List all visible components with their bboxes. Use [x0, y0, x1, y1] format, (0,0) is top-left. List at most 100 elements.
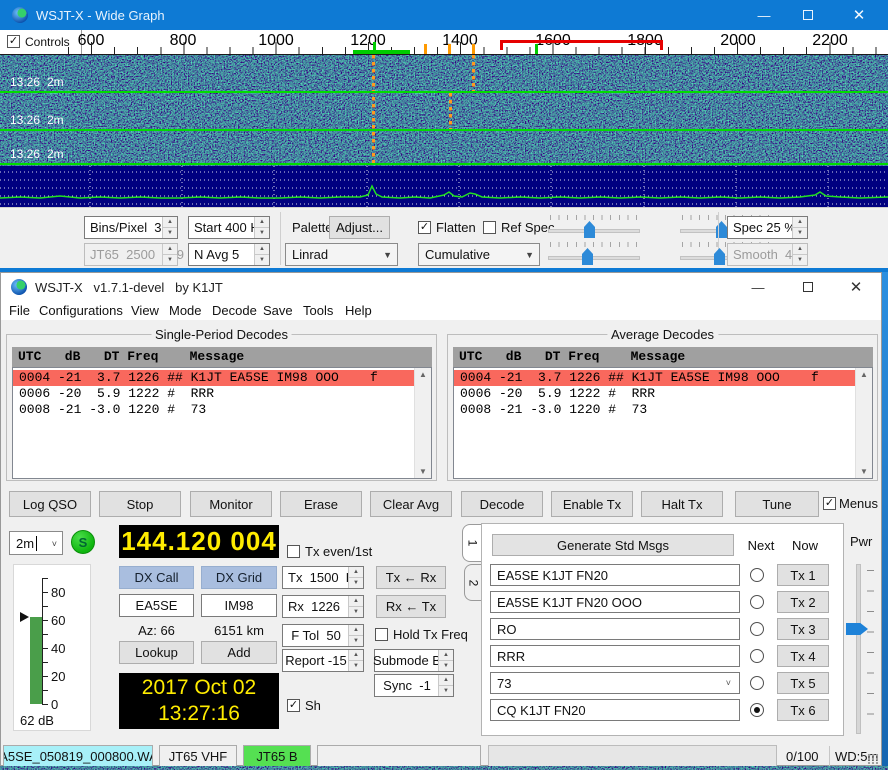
start-hz-spinner[interactable]: Start 400 Hz▲▼ [188, 216, 270, 239]
spinner-arrows-icon[interactable]: ▲▼ [254, 217, 269, 238]
spinner-arrows-icon[interactable]: ▲▼ [254, 244, 269, 265]
tx1-next-radio[interactable] [750, 568, 764, 582]
menu-help[interactable]: Help [345, 303, 372, 318]
scroll-down-icon[interactable]: ▼ [860, 467, 868, 476]
dx-call-field[interactable]: EA5SE [119, 594, 194, 617]
sh-checkbox[interactable] [287, 699, 300, 712]
gain-slider-1[interactable] [548, 215, 640, 239]
rx-from-tx-button[interactable]: Rx ← Tx [376, 595, 446, 618]
tab-1[interactable]: 1 [462, 524, 482, 562]
ftol-spinner[interactable]: F Tol 50▲▼ [282, 624, 364, 647]
menu-tools[interactable]: Tools [303, 303, 333, 318]
decode-row[interactable]: 0008 -21 -3.0 1220 # 73 [13, 402, 415, 418]
submode-spinner[interactable]: Submode B▲▼ [374, 649, 454, 672]
spinner-arrows-icon[interactable]: ▲▼ [348, 650, 363, 671]
pwr-slider-track[interactable] [856, 564, 861, 734]
scroll-up-icon[interactable]: ▲ [860, 370, 868, 379]
tx5-now-button[interactable]: Tx 5 [777, 672, 829, 694]
menu-file[interactable]: File [9, 303, 30, 318]
tx3-message-field[interactable]: RO [490, 618, 740, 640]
minimize-icon[interactable]: — [736, 273, 780, 301]
decode-row[interactable]: 0006 -20 5.9 1222 # RRR [13, 386, 415, 402]
spinner-arrows-icon[interactable]: ▲▼ [792, 217, 807, 238]
hold-tx-freq-checkbox[interactable] [375, 628, 388, 641]
spectrum-plot[interactable] [0, 166, 888, 207]
spinner-arrows-icon[interactable]: ▲▼ [348, 596, 363, 617]
frequency-scale[interactable]: Controls 600 800 1000 1200 1400 1600 180… [0, 30, 888, 55]
decode-row[interactable]: 0004 -21 3.7 1226 ## K1JT EA5SE IM98 OOO… [454, 370, 856, 386]
enable-tx-button[interactable]: Enable Tx [551, 491, 633, 517]
flatten-checkbox[interactable] [418, 221, 431, 234]
tune-button[interactable]: Tune [735, 491, 819, 517]
adjust-button[interactable]: Adjust... [329, 216, 390, 239]
scroll-up-icon[interactable]: ▲ [419, 370, 427, 379]
n-avg-spinner[interactable]: N Avg 5▲▼ [188, 243, 270, 266]
submodes-spinner[interactable]: JT65 2500 JT9▲▼ [84, 243, 178, 266]
sync-spinner[interactable]: Sync -1▲▼ [374, 674, 454, 697]
slider-handle[interactable] [582, 248, 593, 265]
tx3-next-radio[interactable] [750, 622, 764, 636]
tx4-message-field[interactable]: RRR [490, 645, 740, 667]
tx-even-checkbox[interactable] [287, 545, 300, 558]
bins-pixel-spinner[interactable]: Bins/Pixel 3▲▼ [84, 216, 178, 239]
tx2-message-field[interactable]: EA5SE K1JT FN20 OOO [490, 591, 740, 613]
tx1-now-button[interactable]: Tx 1 [777, 564, 829, 586]
decode-list[interactable]: 0004 -21 3.7 1226 ## K1JT EA5SE IM98 OOO… [453, 367, 873, 479]
smooth-spinner[interactable]: Smooth 4▲▼ [727, 243, 808, 266]
halt-tx-button[interactable]: Halt Tx [641, 491, 723, 517]
ref-spec-checkbox[interactable] [483, 221, 496, 234]
maximize-icon[interactable] [786, 273, 830, 301]
minimize-icon[interactable]: — [742, 0, 786, 30]
tab-2[interactable]: 2 [464, 564, 482, 601]
tx6-message-field[interactable]: CQ K1JT FN20 [490, 699, 740, 721]
close-icon[interactable]: ✕ [834, 273, 878, 301]
log-qso-button[interactable]: Log QSO [9, 491, 91, 517]
scrollbar[interactable]: ▲▼ [855, 368, 872, 478]
palette-select[interactable]: Linrad▼ [285, 243, 398, 266]
maximize-icon[interactable] [786, 0, 830, 30]
spinner-arrows-icon[interactable]: ▲▼ [348, 567, 363, 588]
decode-row[interactable]: 0006 -20 5.9 1222 # RRR [454, 386, 856, 402]
tx6-now-button[interactable]: Tx 6 [777, 699, 829, 721]
decode-button[interactable]: Decode [461, 491, 543, 517]
spec-pct-spinner[interactable]: Spec 25 %▲▼ [727, 216, 808, 239]
tx5-message-combo[interactable]: 73˅ [490, 672, 740, 694]
tx2-next-radio[interactable] [750, 595, 764, 609]
spinner-arrows-icon[interactable]: ▲▼ [438, 650, 453, 671]
dx-grid-field[interactable]: IM98 [201, 594, 277, 617]
spinner-arrows-icon[interactable]: ▲▼ [162, 244, 177, 265]
report-spinner[interactable]: Report -15▲▼ [282, 649, 364, 672]
stop-button[interactable]: Stop [99, 491, 181, 517]
tx6-next-radio[interactable] [750, 703, 764, 717]
tx4-next-radio[interactable] [750, 649, 764, 663]
tx-from-rx-button[interactable]: Tx ← Rx [376, 566, 446, 589]
pwr-slider-handle[interactable] [846, 623, 868, 635]
resize-grip[interactable] [867, 753, 879, 764]
slider-handle[interactable] [584, 221, 595, 238]
status-indicator[interactable]: S [71, 530, 95, 554]
spinner-arrows-icon[interactable]: ▲▼ [348, 625, 363, 646]
menu-save[interactable]: Save [263, 303, 293, 318]
erase-button[interactable]: Erase [280, 491, 362, 517]
main-titlebar[interactable]: WSJT-X v1.7.1-devel by K1JT — ✕ [1, 273, 881, 301]
decode-list[interactable]: 0004 -21 3.7 1226 ## K1JT EA5SE IM98 OOO… [12, 367, 432, 479]
waterfall[interactable]: 13:26 2m 13:26 2m 13:26 2m [0, 55, 888, 166]
close-icon[interactable]: ✕ [834, 0, 884, 30]
scrollbar[interactable]: ▲▼ [414, 368, 431, 478]
decode-row[interactable]: 0004 -21 3.7 1226 ## K1JT EA5SE IM98 OOO… [13, 370, 415, 386]
tx2-now-button[interactable]: Tx 2 [777, 591, 829, 613]
menu-decode[interactable]: Decode [212, 303, 257, 318]
spinner-arrows-icon[interactable]: ▲▼ [162, 217, 177, 238]
menu-view[interactable]: View [131, 303, 159, 318]
menus-checkbox[interactable] [823, 497, 836, 510]
band-select[interactable]: 2m˅ [9, 531, 63, 555]
rx-freq-spinner[interactable]: Rx 1226 Hz▲▼ [282, 595, 364, 618]
scroll-down-icon[interactable]: ▼ [419, 467, 427, 476]
menu-configurations[interactable]: Configurations [39, 303, 123, 318]
tx5-next-radio[interactable] [750, 676, 764, 690]
spinner-arrows-icon[interactable]: ▲▼ [438, 675, 453, 696]
tx4-now-button[interactable]: Tx 4 [777, 645, 829, 667]
tx3-now-button[interactable]: Tx 3 [777, 618, 829, 640]
controls-checkbox[interactable] [7, 35, 20, 48]
decode-row[interactable]: 0008 -21 -3.0 1220 # 73 [454, 402, 856, 418]
